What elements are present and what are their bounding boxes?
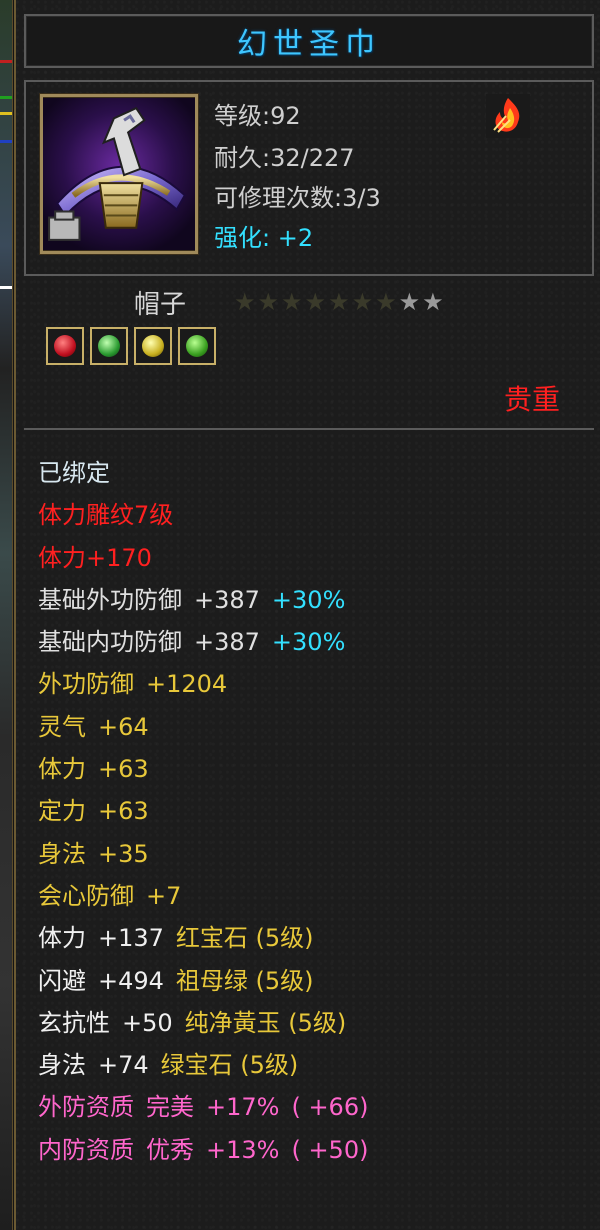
attribute-name: 定力 (38, 797, 86, 826)
attribute-value: +64 (98, 712, 149, 741)
attribute-list: 已绑定体力雕纹7级 体力+170 基础外功防御 +387 +30% 基础内功防御 +387 +… (38, 452, 368, 1171)
attribute-row: 基础内功防御 +387 +30% (38, 621, 368, 663)
attribute-row: 定力 +63 (38, 790, 368, 832)
star-icon: ★ (398, 288, 421, 316)
attribute-value: +17% (206, 1093, 280, 1122)
item-info-box: 等级:92 耐久:32/227 可修理次数:3/3 强化: +2 (24, 80, 594, 276)
attribute-row: 身法 +35 (38, 833, 368, 875)
attribute-value: ( +50) (291, 1135, 369, 1164)
attribute-value: +35 (98, 839, 149, 868)
attribute-name: 基础外功防御 (38, 585, 182, 614)
strip-marker (0, 96, 12, 99)
helmet-item-icon[interactable] (40, 94, 198, 254)
rarity-label: 贵重 (504, 383, 561, 416)
item-title: 幻世圣巾 (237, 27, 381, 62)
attribute-name: 体力 (38, 755, 86, 784)
level-text: 等级:92 (214, 102, 301, 130)
attribute-value: +7 (146, 881, 182, 910)
star-rating: ★ ★ ★ ★ ★ ★ ★ ★ ★ (234, 290, 444, 314)
attribute-value: +50 (122, 1008, 173, 1037)
star-icon: ★ (375, 288, 397, 316)
strip-marker (0, 112, 12, 115)
attribute-value: 绿宝石 (5级) (160, 1051, 299, 1080)
strip-marker (0, 60, 12, 63)
attribute-value: 祖母绿 (5级) (175, 966, 314, 995)
strip-marker (0, 286, 12, 289)
item-type-label: 帽子 (134, 290, 187, 320)
attribute-value: +63 (98, 797, 149, 826)
helmet-icon-art (43, 98, 195, 250)
yellow-gem-icon[interactable] (134, 327, 172, 365)
star-icon: ★ (257, 288, 280, 316)
attribute-row: 体力 +137 红宝石 (5级) (38, 917, 368, 959)
attribute-value: 完美 (146, 1093, 194, 1122)
attribute-name: 闪避 (38, 966, 86, 995)
left-edge-strip (0, 0, 13, 1230)
item-tooltip-panel: 幻世圣巾 等级:92 耐久:32/227 可修理次数:3/3 强化: +2 帽子… (14, 0, 600, 1230)
attribute-value: +1204 (146, 670, 228, 699)
attribute-value: 优秀 (146, 1135, 194, 1164)
star-icon: ★ (234, 288, 256, 316)
attribute-name: 外功防御 (38, 670, 134, 699)
attribute-row: 闪避 +494 祖母绿 (5级) (38, 960, 368, 1002)
fire-attribute-icon (486, 94, 530, 138)
attribute-name: 玄抗性 (38, 1008, 110, 1037)
green-gem-icon[interactable] (90, 327, 128, 365)
enhance-text: 强化: +2 (214, 224, 314, 252)
attribute-value: +74 (98, 1051, 149, 1080)
attribute-name: 体力+170 (38, 543, 152, 572)
star-icon: ★ (328, 288, 350, 316)
repair-count-text: 可修理次数:3/3 (214, 184, 381, 212)
green-gem-icon[interactable] (178, 327, 216, 365)
attribute-name: 内防资质 (38, 1135, 134, 1164)
gem-slots (46, 327, 216, 365)
attribute-row: 内防资质 优秀 +13% ( +50) (38, 1129, 368, 1171)
title-bar: 幻世圣巾 (24, 14, 594, 68)
attribute-value: +30% (271, 585, 346, 614)
durability-text: 耐久:32/227 (214, 144, 355, 172)
attribute-row: 会心防御 +7 (38, 875, 368, 917)
star-icon: ★ (281, 288, 303, 316)
attribute-value: +137 (98, 924, 164, 953)
attribute-value: 红宝石 (5级) (175, 924, 314, 953)
attribute-value: +387 (194, 585, 260, 614)
star-icon: ★ (304, 288, 327, 316)
attribute-row: 玄抗性 +50 纯净黃玉 (5级) (38, 1002, 368, 1044)
attribute-row: 体力 +63 (38, 748, 368, 790)
attribute-name: 基础内功防御 (38, 628, 182, 657)
star-icon: ★ (351, 288, 374, 316)
attribute-row: 已绑定 (38, 452, 368, 494)
attribute-row: 基础外功防御 +387 +30% (38, 579, 368, 621)
attribute-name: 灵气 (38, 712, 86, 741)
section-divider (24, 428, 594, 430)
attribute-row: 身法 +74 绿宝石 (5级) (38, 1044, 368, 1086)
attribute-value: +13% (206, 1135, 280, 1164)
attribute-value: 纯净黃玉 (5级) (184, 1008, 347, 1037)
attribute-value: +30% (271, 628, 346, 657)
attribute-name: 身法 (38, 1051, 86, 1080)
attribute-row: 体力+170 (38, 537, 368, 579)
attribute-value: +387 (194, 628, 260, 657)
attribute-name: 体力 (38, 924, 86, 953)
red-gem-icon[interactable] (46, 327, 84, 365)
attribute-name: 会心防御 (38, 881, 134, 910)
attribute-value: ( +66) (291, 1093, 369, 1122)
attribute-row: 灵气 +64 (38, 706, 368, 748)
attribute-row: 外功防御 +1204 (38, 663, 368, 705)
attribute-name: 外防资质 (38, 1093, 134, 1122)
star-icon: ★ (422, 288, 444, 316)
strip-marker (0, 140, 12, 143)
attribute-name: 已绑定 (38, 459, 110, 487)
attribute-value: +494 (98, 966, 164, 995)
attribute-name: 体力雕纹7级 (38, 501, 174, 530)
attribute-row: 外防资质 完美 +17% ( +66) (38, 1086, 368, 1128)
attribute-name: 身法 (38, 839, 86, 868)
attribute-value: +63 (98, 755, 149, 784)
attribute-row: 体力雕纹7级 (38, 494, 368, 536)
